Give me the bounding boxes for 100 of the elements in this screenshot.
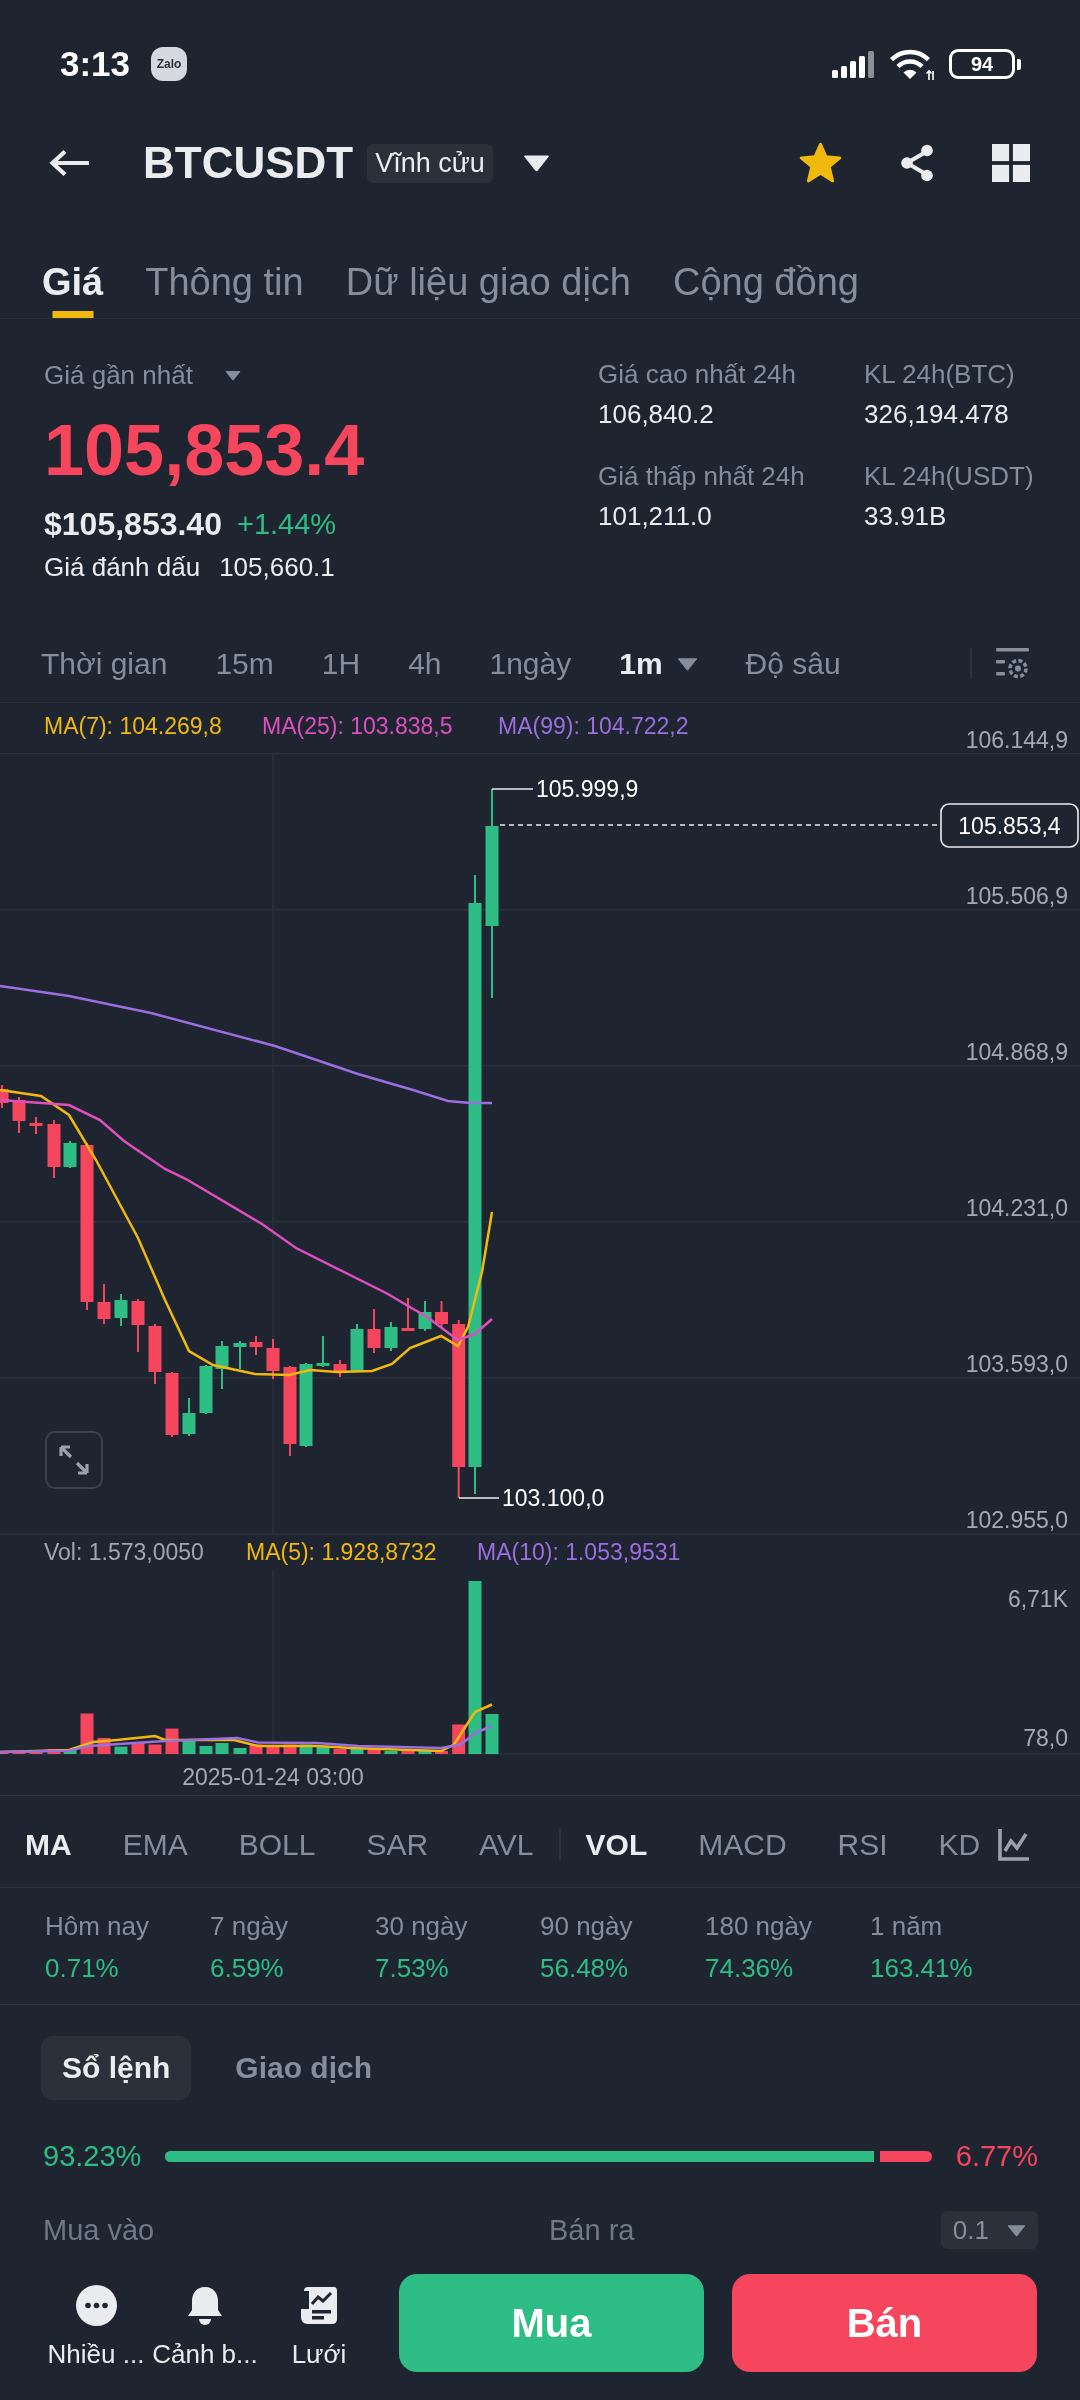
period-change: 163.41% — [870, 1952, 973, 1985]
page-tab[interactable]: Cộng đồng — [672, 206, 859, 318]
chart-icon[interactable] — [998, 1828, 1029, 1861]
candlestick — [29, 1116, 43, 1135]
low-price-label: 103.100,0 — [502, 1485, 605, 1511]
period-label: 1 năm — [870, 1910, 943, 1943]
ma-legend-label: MA(25): 103.838,5 — [262, 713, 453, 739]
price-type-dropdown[interactable]: Giá gần nhất — [44, 357, 241, 393]
volume-bar — [199, 1746, 213, 1754]
order-book-tab[interactable]: Sổ lệnh — [41, 2036, 192, 2100]
timeframe-tab[interactable]: 1m — [619, 643, 698, 684]
timeframe-tab[interactable]: Độ sâu — [745, 643, 841, 684]
volume-bar — [114, 1746, 128, 1754]
wifi-icon — [888, 47, 935, 81]
high-price-leader — [491, 788, 534, 790]
period-label: 7 ngày — [210, 1910, 289, 1943]
volume-bar — [47, 1749, 61, 1754]
candlestick — [131, 1298, 145, 1353]
high-price-label: 105.999,9 — [536, 776, 639, 802]
caret-down-icon[interactable] — [522, 154, 550, 172]
candlestick — [47, 1119, 61, 1179]
candlestick — [401, 1297, 415, 1332]
sell-button[interactable]: Bán — [732, 2274, 1037, 2372]
price-change: +1.44% — [236, 507, 337, 541]
contract-type-tag: Vĩnh cửu — [367, 143, 493, 183]
status-time: 3:13 — [60, 44, 131, 84]
indicator-tab[interactable]: BOLL — [238, 1824, 316, 1865]
indicator-tab[interactable]: RSI — [837, 1824, 888, 1865]
bid-column-label: Mua vào — [43, 2213, 155, 2247]
stat-value: 106,840.2 — [598, 398, 714, 431]
sell-ratio-value: 6.77% — [955, 2139, 1038, 2173]
chart-settings-icon[interactable] — [996, 647, 1029, 680]
timeframe-tab[interactable]: 15m — [215, 643, 274, 684]
page-tab[interactable]: Dữ liệu giao dịch — [345, 206, 631, 318]
candlestick — [333, 1359, 347, 1378]
candlestick — [266, 1338, 280, 1380]
timeframe-tab[interactable]: 4h — [408, 643, 442, 684]
period-change: 74.36% — [705, 1952, 794, 1985]
volume-bar — [350, 1746, 364, 1754]
volume-legend-label: Vol: 1.573,0050 — [44, 1539, 204, 1565]
candlestick — [384, 1321, 398, 1352]
caret-down-icon — [1007, 2223, 1026, 2237]
volume-bar — [283, 1744, 297, 1754]
volume-bar — [182, 1741, 196, 1754]
volume-bar — [249, 1744, 263, 1754]
price-axis-label: 104.231,0 — [965, 1194, 1068, 1221]
star-icon[interactable] — [799, 142, 842, 184]
stat-value: 326,194.478 — [864, 398, 1009, 431]
period-change: 6.59% — [210, 1952, 284, 1985]
signal-icon — [832, 50, 874, 78]
indicator-tab[interactable]: AVL — [479, 1824, 534, 1865]
symbol-title: BTCUSDT — [143, 138, 354, 188]
timeframe-tab[interactable]: Thời gian — [41, 643, 168, 684]
volume-bar — [165, 1728, 179, 1754]
period-change: 56.48% — [540, 1952, 629, 1985]
candlestick — [249, 1335, 263, 1356]
volume-bar — [384, 1751, 398, 1754]
candlestick — [63, 1140, 77, 1169]
indicator-tab[interactable]: VOL — [585, 1824, 648, 1865]
battery-indicator: 94 — [949, 49, 1021, 79]
candlestick — [97, 1283, 111, 1325]
stat-label: KL 24h(BTC) — [864, 358, 1015, 391]
indicator-tab[interactable]: EMA — [122, 1824, 188, 1865]
price-axis-label: 103.593,0 — [965, 1350, 1068, 1377]
indicator-tab[interactable]: MA — [25, 1824, 72, 1865]
ask-column-label: Bán ra — [549, 2213, 635, 2247]
candlestick — [12, 1096, 26, 1134]
volume-bar — [63, 1750, 77, 1754]
time-axis-label: 2025-01-24 03:00 — [182, 1764, 364, 1790]
buy-button[interactable]: Mua — [399, 2274, 704, 2372]
indicator-tab[interactable]: SAR — [366, 1824, 429, 1865]
volume-bar — [148, 1744, 162, 1754]
precision-dropdown[interactable]: 0.1 — [940, 2211, 1038, 2249]
grid-icon[interactable] — [992, 144, 1030, 182]
chart-board-icon — [300, 2285, 338, 2326]
expand-icon — [58, 1444, 90, 1476]
back-arrow-icon[interactable] — [48, 149, 90, 177]
indicator-tab[interactable]: KD — [938, 1824, 981, 1865]
volume-bar — [435, 1751, 448, 1754]
grid-button[interactable]: Lưới — [262, 2274, 376, 2372]
timeframe-tab[interactable]: 1H — [321, 643, 361, 684]
page-tab[interactable]: Giá — [42, 206, 104, 318]
candlestick — [435, 1300, 448, 1328]
stat-label: KL 24h(USDT) — [864, 460, 1034, 493]
last-price-tag: 105.853,4 — [940, 803, 1079, 848]
volume-bar — [401, 1751, 415, 1754]
volume-bar — [367, 1749, 381, 1754]
page-tab[interactable]: Thông tin — [145, 206, 304, 318]
candlestick — [182, 1397, 196, 1437]
stat-label: Giá cao nhất 24h — [598, 358, 797, 391]
indicator-tab[interactable]: MACD — [698, 1824, 787, 1865]
fullscreen-button[interactable] — [45, 1431, 103, 1489]
more-button[interactable]: Nhiều ... — [44, 2274, 148, 2372]
order-book-tab[interactable]: Giao dịch — [214, 2036, 394, 2100]
candlestick — [114, 1293, 128, 1327]
candlestick — [148, 1323, 162, 1385]
candlestick — [199, 1364, 213, 1415]
price-axis-label: 105.506,9 — [965, 882, 1068, 909]
timeframe-tab[interactable]: 1ngày — [489, 643, 572, 684]
alert-button[interactable]: Cảnh b... — [151, 2274, 259, 2372]
